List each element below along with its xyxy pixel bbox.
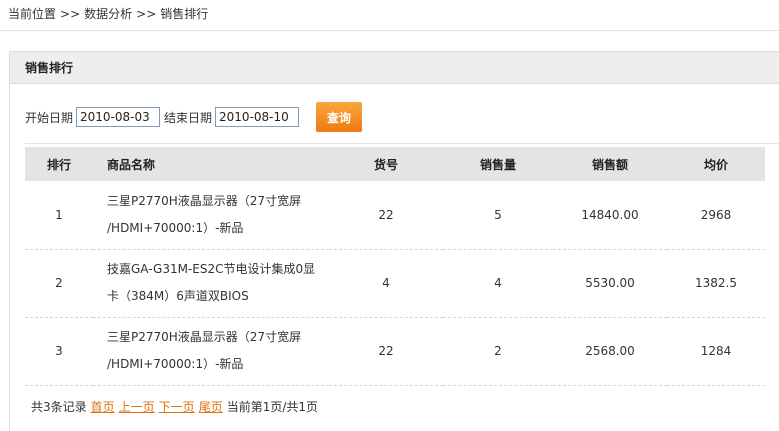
table-header-row: 排行 商品名称 货号 销售量 销售额 均价 — [25, 147, 765, 181]
cell-average-price: 2968 — [667, 181, 765, 250]
breadcrumb-separator: >> — [136, 7, 157, 21]
header-sales-amount: 销售额 — [553, 147, 667, 181]
page-info: 当前第1页/共1页 — [226, 400, 319, 414]
cell-product-name: 三星P2770H液晶显示器（27寸宽屏/HDMI+70000:1）-新品 — [93, 317, 329, 386]
query-button[interactable]: 查询 — [316, 102, 363, 132]
start-date-input[interactable] — [76, 107, 161, 127]
total-records: 共3条记录 — [31, 400, 87, 414]
breadcrumb-item-data-analysis[interactable]: 数据分析 — [84, 7, 132, 21]
cell-rank: 3 — [25, 317, 93, 386]
product-name-line: /HDMI+70000:1）-新品 — [107, 220, 244, 235]
start-date-label: 开始日期 — [25, 110, 74, 125]
panel-title: 销售排行 — [10, 52, 779, 84]
cell-product-name: 技嘉GA-G31M-ES2C节电设计集成0显 卡（384M）6声道双BIOS — [93, 249, 329, 318]
cell-sales-amount: 5530.00 — [553, 249, 667, 318]
breadcrumb-item-current-location: 当前位置 — [8, 7, 57, 21]
cell-sales-quantity: 5 — [443, 181, 553, 250]
breadcrumb: 当前位置 >> 数据分析 >> 销售排行 — [8, 5, 208, 23]
table-row: 2 技嘉GA-G31M-ES2C节电设计集成0显 卡（384M）6声道双BIOS … — [25, 249, 765, 318]
product-name-line: 技嘉GA-G31M-ES2C节电设计集成0显 — [107, 262, 316, 276]
header-rank: 排行 — [25, 147, 93, 181]
product-name-line: 三星P2770H液晶显示器（27寸宽屏 — [107, 193, 302, 208]
prev-page-link[interactable]: 上一页 — [119, 400, 155, 414]
cell-sku: 4 — [329, 249, 443, 318]
cell-sku: 22 — [329, 181, 443, 250]
cell-average-price: 1284 — [667, 317, 765, 386]
next-page-link[interactable]: 下一页 — [159, 400, 195, 414]
end-date-input[interactable] — [215, 107, 300, 127]
cell-rank: 2 — [25, 249, 93, 318]
filter-divider — [25, 143, 779, 144]
breadcrumb-divider — [0, 30, 779, 31]
date-filter: 开始日期 结束日期 查询 — [25, 102, 363, 132]
header-sku: 货号 — [329, 147, 443, 181]
product-name-line: /HDMI+70000:1）-新品 — [107, 357, 244, 371]
table-row: 3 三星P2770H液晶显示器（27寸宽屏/HDMI+70000:1）-新品 2… — [25, 317, 765, 386]
pagination: 共3条记录 首页 上一页 下一页 尾页 当前第1页/共1页 — [31, 398, 318, 416]
sales-ranking-panel: 销售排行 开始日期 结束日期 查询 排行 商品名称 货号 销售量 销售额 均价 — [9, 51, 779, 431]
cell-sales-quantity: 4 — [443, 249, 553, 318]
header-product-name: 商品名称 — [93, 147, 329, 181]
header-average-price: 均价 — [667, 147, 765, 181]
product-name-line: 卡（384M）6声道双BIOS — [107, 289, 249, 303]
cell-average-price: 1382.5 — [667, 249, 765, 318]
cell-product-name: 三星P2770H液晶显示器（27寸宽屏/HDMI+70000:1）-新品 — [93, 181, 329, 250]
last-page-link[interactable]: 尾页 — [199, 400, 223, 414]
cell-rank: 1 — [25, 181, 93, 250]
product-name-line: 三星P2770H液晶显示器（27寸宽屏 — [107, 330, 302, 344]
cell-sku: 22 — [329, 317, 443, 386]
first-page-link[interactable]: 首页 — [91, 400, 115, 414]
sales-ranking-table: 排行 商品名称 货号 销售量 销售额 均价 1 三星P2770H液晶显示器（27… — [25, 147, 765, 386]
cell-sales-amount: 14840.00 — [553, 181, 667, 250]
cell-sales-amount: 2568.00 — [553, 317, 667, 386]
cell-sales-quantity: 2 — [443, 317, 553, 386]
breadcrumb-item-sales-ranking: 销售排行 — [160, 7, 209, 21]
end-date-label: 结束日期 — [164, 110, 213, 125]
breadcrumb-separator: >> — [60, 7, 81, 21]
header-sales-quantity: 销售量 — [443, 147, 553, 181]
table-row: 1 三星P2770H液晶显示器（27寸宽屏/HDMI+70000:1）-新品 2… — [25, 181, 765, 250]
